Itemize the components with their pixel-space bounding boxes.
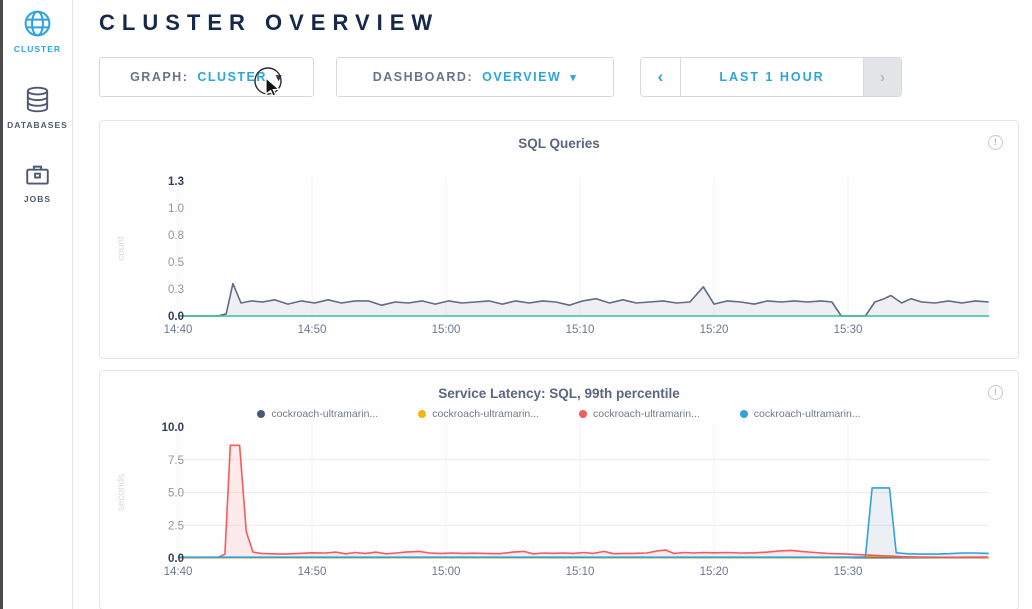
sidebar-item-label: CLUSTER <box>14 44 61 54</box>
sidebar: CLUSTER DATABASES JOBS <box>3 0 73 609</box>
time-window-prev-button[interactable]: ‹ <box>641 58 681 96</box>
svg-text:15:10: 15:10 <box>566 566 595 578</box>
dashboard-dropdown-value: OVERVIEW <box>482 70 561 84</box>
chevron-right-icon: › <box>880 69 885 86</box>
sidebar-item-label: DATABASES <box>7 120 68 130</box>
legend-dot-icon <box>579 410 587 418</box>
svg-text:0.0: 0.0 <box>168 553 184 565</box>
svg-text:0.5: 0.5 <box>168 257 184 269</box>
sidebar-item-databases[interactable]: DATABASES <box>3 84 72 130</box>
page-title: CLUSTER OVERVIEW <box>99 10 1032 36</box>
latency-legend: cockroach-ultramarin... cockroach-ultrama… <box>100 408 1018 420</box>
service-latency-chart[interactable]: 10.0 7.5 5.0 2.5 0.014:40 14:50 15:00 15:10 15:2… <box>100 422 1020 590</box>
legend-item[interactable]: cockroach-ultramarin... <box>579 408 700 420</box>
chart-title: SQL Queries <box>100 121 1018 151</box>
legend-label: cockroach-ultramarin... <box>271 408 378 420</box>
chevron-down-icon: ▾ <box>570 71 577 84</box>
svg-text:1.3: 1.3 <box>168 176 184 188</box>
chevron-left-icon: ‹ <box>658 67 664 87</box>
time-window-label[interactable]: LAST 1 HOUR <box>681 58 863 96</box>
controls-row: GRAPH: CLUSTER ▾ DASHBOARD: OVERVIEW ▾ ‹… <box>99 57 1032 97</box>
legend-dot-icon <box>418 410 426 418</box>
cluster-overview-page: CLUSTER DATABASES JOBS <box>0 0 1032 609</box>
legend-item[interactable]: cockroach-ultramarin... <box>418 408 539 420</box>
svg-text:0.3: 0.3 <box>168 284 184 296</box>
svg-text:14:50: 14:50 <box>298 324 327 336</box>
svg-text:15:20: 15:20 <box>700 566 729 578</box>
database-icon <box>23 84 52 115</box>
svg-text:14:50: 14:50 <box>298 566 327 578</box>
svg-text:15:10: 15:10 <box>566 324 595 336</box>
legend-label: cockroach-ultramarin... <box>432 408 539 420</box>
svg-text:14:40: 14:40 <box>164 324 193 336</box>
legend-label: cockroach-ultramarin... <box>754 408 861 420</box>
service-latency-card: Service Latency: SQL, 99th percentile ! … <box>99 370 1019 609</box>
info-icon[interactable]: ! <box>988 135 1003 150</box>
legend-item[interactable]: cockroach-ultramarin... <box>257 408 378 420</box>
globe-icon <box>22 8 53 39</box>
time-window-selector: ‹ LAST 1 HOUR › <box>640 57 902 97</box>
graph-dropdown-value: CLUSTER <box>197 70 267 84</box>
legend-item[interactable]: cockroach-ultramarin... <box>740 408 861 420</box>
svg-text:10.0: 10.0 <box>162 422 184 434</box>
legend-dot-icon <box>257 410 265 418</box>
time-window-next-button: › <box>863 58 901 96</box>
svg-text:15:30: 15:30 <box>834 566 863 578</box>
graph-dropdown-label: GRAPH: <box>130 70 188 84</box>
briefcase-icon <box>23 160 52 189</box>
svg-text:0.0: 0.0 <box>168 311 184 323</box>
svg-text:15:00: 15:00 <box>432 566 461 578</box>
svg-text:1.0: 1.0 <box>168 203 184 215</box>
legend-dot-icon <box>740 410 748 418</box>
sql-queries-card: SQL Queries ! 1.3 1.0 0.8 0.5 0.3 0.014:40 14:… <box>99 120 1019 359</box>
svg-text:0.8: 0.8 <box>168 230 184 242</box>
svg-text:14:40: 14:40 <box>164 566 193 578</box>
sidebar-item-label: JOBS <box>24 194 51 204</box>
sidebar-item-cluster[interactable]: CLUSTER <box>3 8 72 54</box>
svg-text:5.0: 5.0 <box>168 488 184 500</box>
chart-title: Service Latency: SQL, 99th percentile <box>100 371 1018 401</box>
svg-text:2.5: 2.5 <box>168 520 184 532</box>
svg-text:15:00: 15:00 <box>432 324 461 336</box>
sidebar-item-jobs[interactable]: JOBS <box>3 160 72 204</box>
sql-queries-chart[interactable]: 1.3 1.0 0.8 0.5 0.3 0.014:40 14:50 15:00 15:10 15… <box>100 153 1020 343</box>
svg-text:15:30: 15:30 <box>834 324 863 336</box>
dashboard-dropdown-label: DASHBOARD: <box>373 70 473 84</box>
chevron-down-icon: ▾ <box>276 71 283 84</box>
svg-text:count: count <box>116 236 127 261</box>
dashboard-dropdown[interactable]: DASHBOARD: OVERVIEW ▾ <box>336 57 614 97</box>
svg-text:7.5: 7.5 <box>168 455 184 467</box>
svg-text:seconds: seconds <box>116 474 127 511</box>
main-content: CLUSTER OVERVIEW GRAPH: CLUSTER ▾ DASHBO… <box>73 0 1032 609</box>
legend-label: cockroach-ultramarin... <box>593 408 700 420</box>
info-icon[interactable]: ! <box>988 385 1003 400</box>
graph-dropdown[interactable]: GRAPH: CLUSTER ▾ <box>99 57 314 97</box>
svg-text:15:20: 15:20 <box>700 324 729 336</box>
